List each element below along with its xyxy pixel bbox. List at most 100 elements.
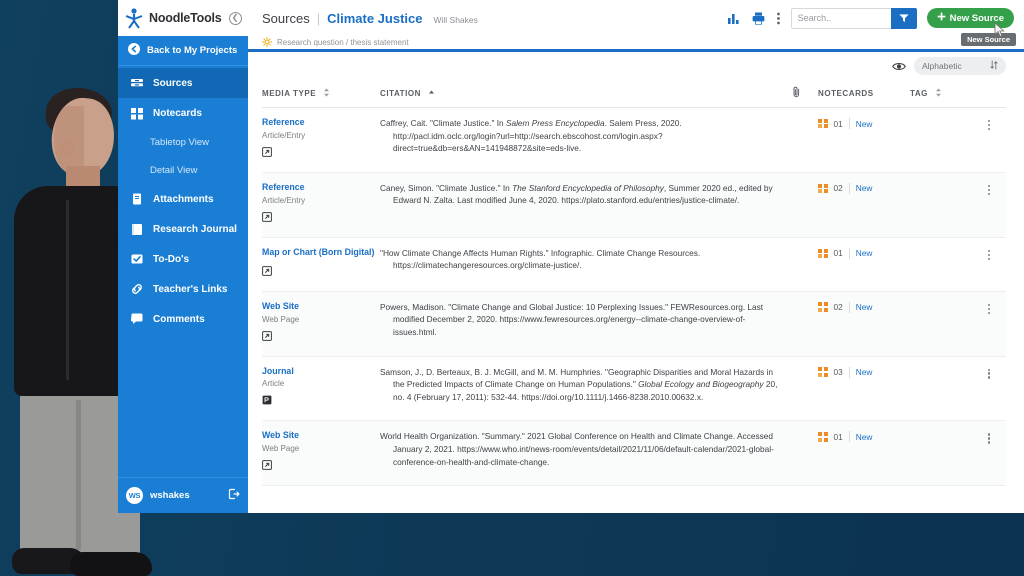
back-to-my-projects-button[interactable]: Back to My Projects <box>118 36 248 66</box>
chevron-left-icon[interactable]: ❮ <box>229 12 242 25</box>
sidebar-item-to-dos[interactable]: To-Do's <box>118 244 248 274</box>
bar-chart-icon[interactable] <box>726 11 741 26</box>
external-link-icon[interactable] <box>262 263 380 281</box>
citation-text: Caffrey, Cait. "Climate Justice." In Sal… <box>380 117 792 155</box>
pdf-attachment-icon[interactable] <box>262 392 380 410</box>
external-link-icon[interactable] <box>262 209 380 227</box>
sidebar-item-teachers-links[interactable]: Teacher's Links <box>118 274 248 304</box>
new-notecard-link[interactable]: New <box>856 367 873 377</box>
notecards-grid-icon <box>818 302 828 312</box>
sort-both-icon[interactable] <box>323 88 330 99</box>
sidebar-item-detail-view[interactable]: Detail View <box>118 156 248 184</box>
sidebar-item-tabletop-view[interactable]: Tabletop View <box>118 128 248 156</box>
thesis-statement-bar[interactable]: Research question / thesis statement <box>248 36 1024 52</box>
sort-order-value: Alphabetic <box>922 61 962 71</box>
brand-name: NoodleTools <box>149 11 222 25</box>
notecards-count: 01 <box>834 119 843 129</box>
citation-text: World Health Organization. "Summary." 20… <box>380 430 792 468</box>
sort-asc-icon[interactable] <box>428 88 435 99</box>
avatar: WS <box>126 487 143 504</box>
page-title[interactable]: Climate Justice <box>327 11 422 26</box>
cell-citation: Caffrey, Cait. "Climate Justice." In Sal… <box>380 108 792 173</box>
checkbox-icon <box>130 252 144 266</box>
plus-icon <box>937 12 946 24</box>
column-header-citation[interactable]: CITATION <box>380 80 792 108</box>
table-row[interactable]: ReferenceArticle/EntryCaney, Simon. "Cli… <box>262 172 1006 237</box>
cell-citation: World Health Organization. "Summary." 20… <box>380 421 792 486</box>
external-link-icon[interactable] <box>262 144 380 162</box>
table-row[interactable]: Map or Chart (Born Digital)"How Climate … <box>262 237 1006 291</box>
external-link-icon[interactable] <box>262 328 380 346</box>
eye-visibility-icon[interactable] <box>892 61 906 72</box>
media-type-label[interactable]: Reference <box>262 117 380 129</box>
new-notecard-link[interactable]: New <box>856 183 873 193</box>
citation-text: "How Climate Change Affects Human Rights… <box>380 247 792 272</box>
cell-notecards: 01New <box>818 421 910 486</box>
new-notecard-link[interactable]: New <box>856 119 873 129</box>
new-notecard-link[interactable]: New <box>856 302 873 312</box>
sidebar-nav: Sources Notecards Tabletop View Detail <box>118 66 248 334</box>
row-actions-menu[interactable] <box>972 117 1006 130</box>
table-row[interactable]: Web SiteWeb PagePowers, Madison. "Climat… <box>262 291 1006 356</box>
breadcrumb: Sources | Climate Justice Will Shakes <box>262 11 478 26</box>
media-subtype-label: Article <box>262 379 380 388</box>
divider <box>849 431 850 442</box>
logout-icon[interactable] <box>228 487 240 505</box>
row-actions-menu[interactable] <box>972 430 1006 443</box>
media-type-label[interactable]: Map or Chart (Born Digital) <box>262 247 380 259</box>
sort-both-icon[interactable] <box>935 88 942 99</box>
sidebar-item-label: Teacher's Links <box>153 284 227 295</box>
cell-media-type: Map or Chart (Born Digital) <box>262 237 380 291</box>
breadcrumb-section[interactable]: Sources <box>262 11 310 26</box>
notecards-grid-icon <box>818 367 828 377</box>
column-header-notecards[interactable]: NOTECARDS <box>818 80 910 108</box>
divider <box>849 302 850 313</box>
media-type-label[interactable]: Reference <box>262 182 380 194</box>
cell-citation: Samson, J., D. Berteaux, B. J. McGill, a… <box>380 356 792 421</box>
search-input[interactable] <box>791 8 891 29</box>
sidebar-item-label: Research Journal <box>153 224 237 235</box>
sidebar-item-attachments[interactable]: Attachments <box>118 184 248 214</box>
attachment-file-icon <box>130 192 144 206</box>
media-subtype-label: Web Page <box>262 444 380 453</box>
cell-media-type: Web SiteWeb Page <box>262 291 380 356</box>
table-row[interactable]: JournalArticleSamson, J., D. Berteaux, B… <box>262 356 1006 421</box>
row-actions-menu[interactable] <box>972 301 1006 314</box>
table-body: ReferenceArticle/EntryCaffrey, Cait. "Cl… <box>262 108 1006 486</box>
filter-funnel-icon[interactable] <box>891 8 917 29</box>
notecards-count: 01 <box>834 248 843 258</box>
media-type-label[interactable]: Web Site <box>262 301 380 313</box>
media-type-label[interactable]: Web Site <box>262 430 380 442</box>
sidebar-item-research-journal[interactable]: Research Journal <box>118 214 248 244</box>
column-header-attachment[interactable] <box>792 80 818 108</box>
cell-media-type: JournalArticle <box>262 356 380 421</box>
vertical-dots-icon[interactable] <box>776 11 781 26</box>
column-header-media-type[interactable]: MEDIA TYPE <box>262 80 380 108</box>
sidebar-item-sources[interactable]: Sources <box>118 68 248 98</box>
sort-order-select[interactable]: Alphabetic <box>914 57 1006 75</box>
cell-citation: Caney, Simon. "Climate Justice." In The … <box>380 172 792 237</box>
comment-bubble-icon <box>130 312 144 326</box>
table-row[interactable]: ReferenceArticle/EntryCaffrey, Cait. "Cl… <box>262 108 1006 173</box>
cell-tag <box>910 356 972 421</box>
cell-tag <box>910 291 972 356</box>
sidebar-item-notecards[interactable]: Notecards <box>118 98 248 128</box>
row-actions-menu[interactable] <box>972 366 1006 379</box>
table-row[interactable]: Web Site Web PageWorld Health Organizatio… <box>262 421 1006 486</box>
new-notecard-link[interactable]: New <box>856 248 873 258</box>
divider <box>849 118 850 129</box>
media-type-label[interactable]: Journal <box>262 366 380 378</box>
new-notecard-link[interactable]: New <box>856 432 873 442</box>
cell-attachment <box>792 356 818 421</box>
printer-icon[interactable] <box>751 11 766 26</box>
table-header-row: MEDIA TYPE CIT <box>262 80 1006 108</box>
row-actions-menu[interactable] <box>972 247 1006 260</box>
column-label: CITATION <box>380 89 421 98</box>
notecards-count: 02 <box>834 302 843 312</box>
column-header-tag[interactable]: TAG <box>910 80 972 108</box>
cell-notecards: 02 New <box>818 291 910 356</box>
sidebar-item-comments[interactable]: Comments <box>118 304 248 334</box>
row-actions-menu[interactable] <box>972 182 1006 195</box>
external-link-icon[interactable] <box>262 457 380 475</box>
user-account-row[interactable]: WS wshakes <box>118 477 248 513</box>
